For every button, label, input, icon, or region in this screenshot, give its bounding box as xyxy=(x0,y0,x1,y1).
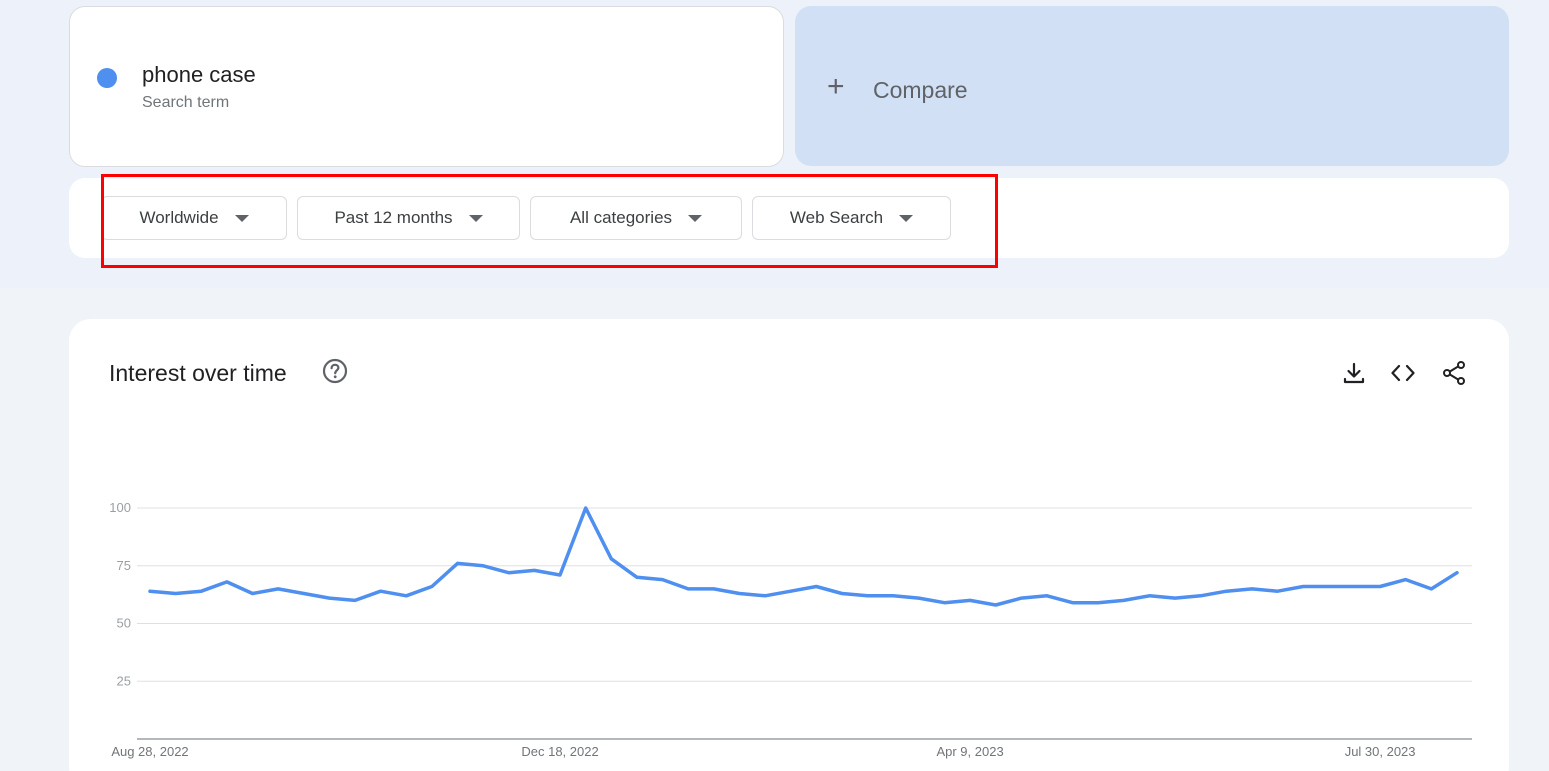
data-point xyxy=(276,586,281,591)
data-point xyxy=(839,591,844,596)
y-tick-label: 50 xyxy=(117,616,131,631)
data-point xyxy=(1301,584,1306,589)
data-point xyxy=(327,596,332,601)
data-point xyxy=(404,593,409,598)
data-point xyxy=(583,506,588,511)
data-point xyxy=(916,596,921,601)
data-point xyxy=(250,591,255,596)
data-point xyxy=(481,563,486,568)
x-tick-label: Dec 18, 2022 xyxy=(521,744,598,759)
data-point xyxy=(1429,586,1434,591)
data-point xyxy=(968,598,973,603)
data-point xyxy=(1121,598,1126,603)
data-point xyxy=(1019,596,1024,601)
data-point xyxy=(532,568,537,573)
data-point xyxy=(711,586,716,591)
data-point xyxy=(1147,593,1152,598)
data-point xyxy=(814,584,819,589)
data-point xyxy=(148,589,153,594)
data-point xyxy=(1352,584,1357,589)
data-point xyxy=(942,600,947,605)
interest-over-time-chart[interactable]: 25 50 75 100 Aug 28, 2022 Dec 18, 2022 Apr 9, … xyxy=(0,0,1549,771)
data-point xyxy=(1378,584,1383,589)
data-point xyxy=(763,593,768,598)
data-point xyxy=(199,589,204,594)
data-point xyxy=(737,591,742,596)
data-point xyxy=(558,572,563,577)
data-point xyxy=(353,598,358,603)
data-point xyxy=(634,575,639,580)
data-point xyxy=(788,589,793,594)
data-point xyxy=(301,591,306,596)
x-tick-label: Apr 9, 2023 xyxy=(936,744,1003,759)
y-tick-label: 25 xyxy=(117,673,131,688)
data-point xyxy=(1198,593,1203,598)
data-point xyxy=(686,586,691,591)
data-point xyxy=(891,593,896,598)
data-point xyxy=(1455,570,1460,575)
data-point xyxy=(455,561,460,566)
data-point xyxy=(1096,600,1101,605)
data-point xyxy=(429,584,434,589)
data-point xyxy=(224,579,229,584)
data-point xyxy=(993,603,998,608)
data-point xyxy=(1173,596,1178,601)
data-point xyxy=(173,591,178,596)
data-point xyxy=(1326,584,1331,589)
data-point xyxy=(506,570,511,575)
y-tick-label: 75 xyxy=(117,558,131,573)
data-point xyxy=(609,556,614,561)
data-point xyxy=(1070,600,1075,605)
data-point xyxy=(1275,589,1280,594)
data-point xyxy=(378,589,383,594)
data-point xyxy=(1403,577,1408,582)
y-tick-label: 100 xyxy=(109,500,131,515)
data-point xyxy=(660,577,665,582)
x-tick-label: Jul 30, 2023 xyxy=(1345,744,1416,759)
x-tick-label: Aug 28, 2022 xyxy=(111,744,188,759)
data-point xyxy=(1224,589,1229,594)
series-line-phone-case xyxy=(148,506,1459,607)
data-point xyxy=(1249,586,1254,591)
data-point xyxy=(1044,593,1049,598)
data-point xyxy=(865,593,870,598)
